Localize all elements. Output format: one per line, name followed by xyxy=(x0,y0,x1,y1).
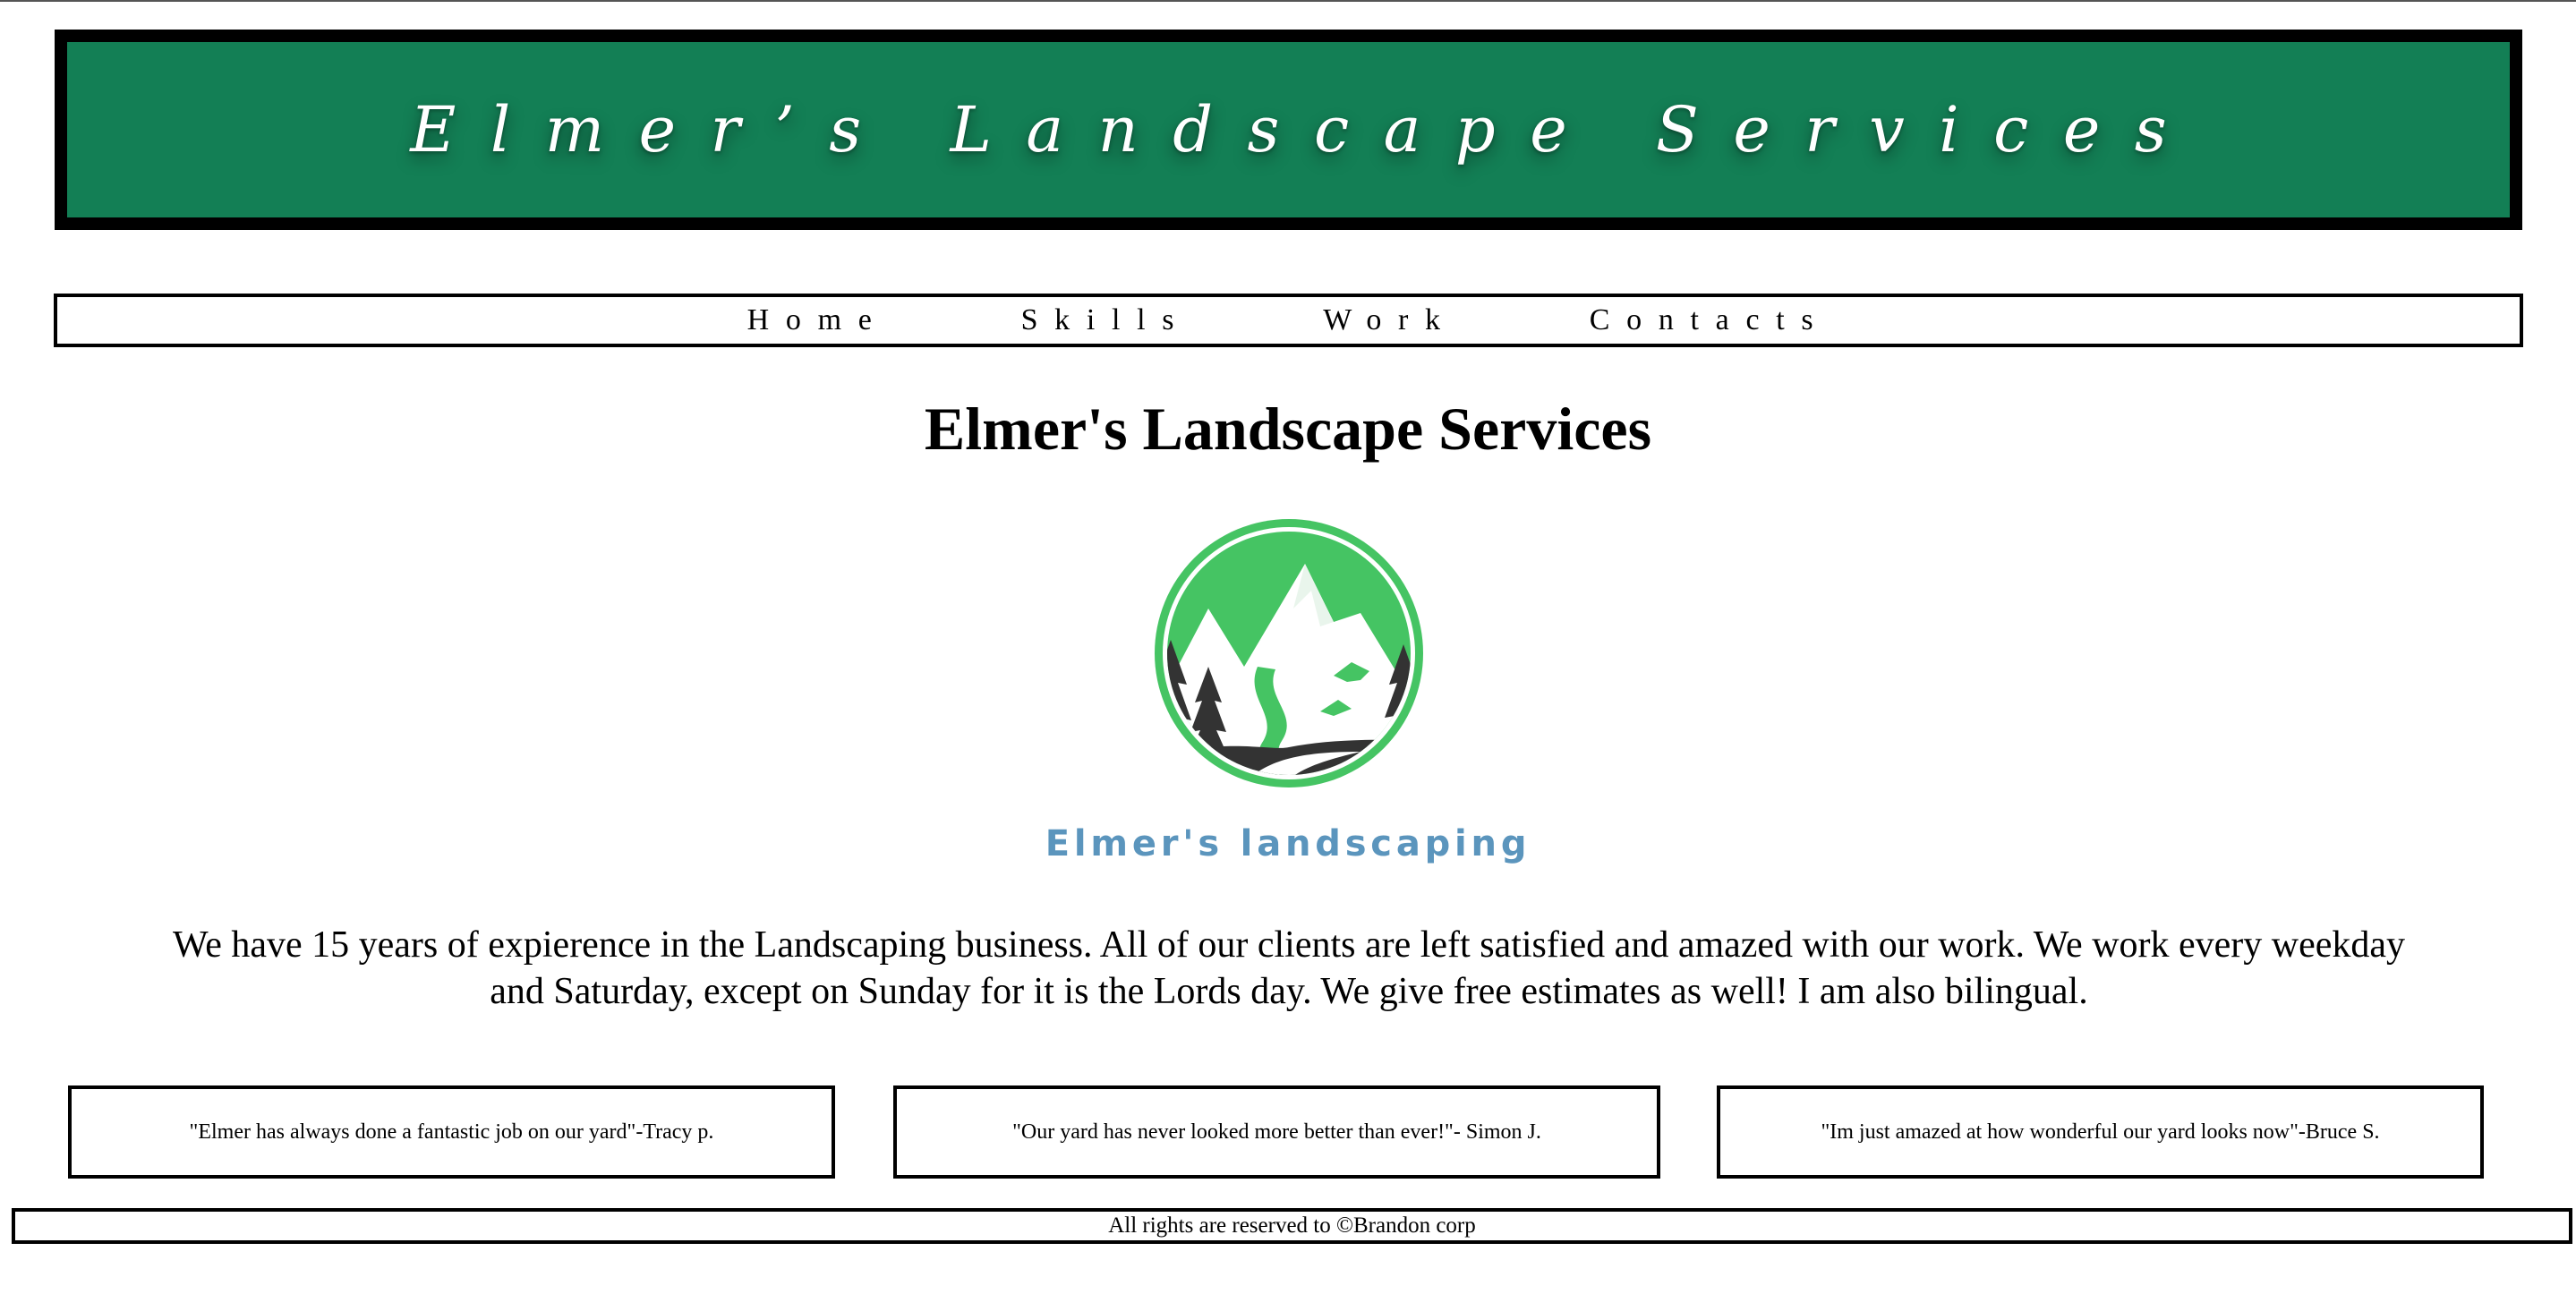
testimonial-card: "Our yard has never looked more better t… xyxy=(893,1085,1660,1179)
intro-paragraph: We have 15 years of expierence in the La… xyxy=(172,924,2406,1012)
nav-item-home[interactable]: Home xyxy=(747,303,889,337)
testimonial-text: "Im just amazed at how wonderful our yar… xyxy=(1821,1119,2380,1144)
site-banner: Elmer’s Landscape Services xyxy=(55,30,2522,230)
nav-item-skills[interactable]: Skills xyxy=(1021,303,1191,337)
testimonial-text: "Elmer has always done a fantastic job o… xyxy=(189,1119,714,1144)
nav-item-contacts[interactable]: Contacts xyxy=(1590,303,1830,337)
company-logo xyxy=(1065,510,1513,877)
testimonial-card: "Elmer has always done a fantastic job o… xyxy=(68,1085,835,1179)
testimonial-text: "Our yard has never looked more better t… xyxy=(1012,1119,1541,1144)
banner-title: Elmer’s Landscape Services xyxy=(410,93,2202,166)
page-title: Elmer's Landscape Services xyxy=(924,395,1652,463)
testimonial-card: "Im just amazed at how wonderful our yar… xyxy=(1717,1085,2484,1179)
page-footer: All rights are reserved to ©Brandon corp xyxy=(12,1208,2572,1244)
nav-item-work[interactable]: Work xyxy=(1323,303,1457,337)
logo-caption: Elmer's landscaping xyxy=(1045,823,1531,864)
main-nav: Home Skills Work Contacts xyxy=(54,294,2523,347)
copyright-text: All rights are reserved to ©Brandon corp xyxy=(1108,1213,1476,1238)
top-rule xyxy=(0,0,2576,2)
mountain-logo-icon xyxy=(1155,519,1423,787)
